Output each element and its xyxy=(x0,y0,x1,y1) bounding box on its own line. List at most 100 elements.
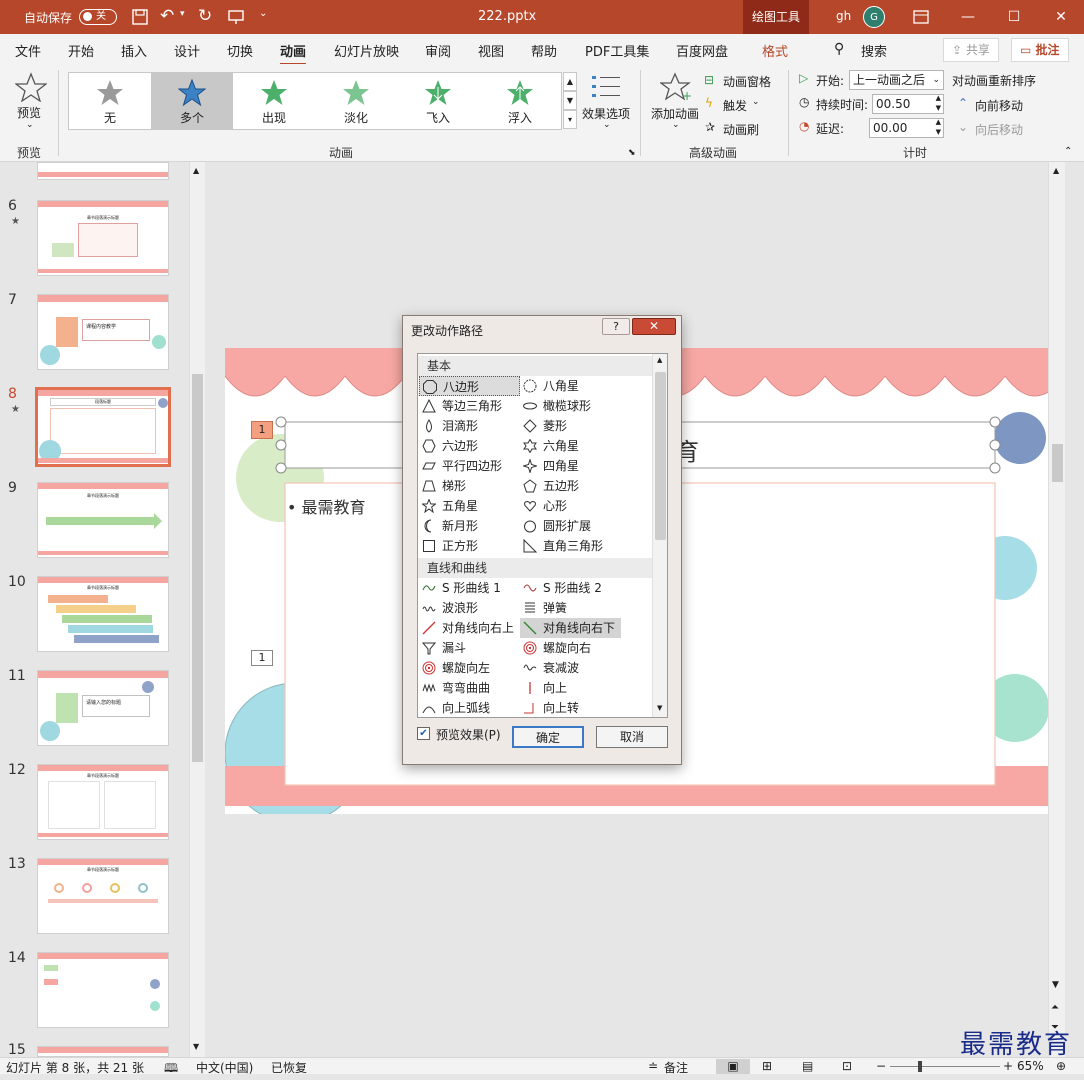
anim-float-in[interactable]: 浮入 xyxy=(479,73,561,129)
slide-bullet-text[interactable]: • 最需教育 xyxy=(287,494,366,518)
path-option[interactable]: 六角星 xyxy=(520,436,579,456)
path-option[interactable]: 心形 xyxy=(520,496,567,516)
path-option[interactable]: 菱形 xyxy=(520,416,567,436)
ribbon-display-icon[interactable] xyxy=(913,10,929,24)
duration-spinner-icon[interactable]: ▲ ▼ xyxy=(936,93,941,113)
duration-input[interactable]: 00.50 ▲ ▼ xyxy=(872,94,944,114)
gallery-scroll[interactable]: ▲ ▼ ▾ xyxy=(563,72,577,130)
notes-button[interactable]: 备注 xyxy=(664,1059,688,1076)
tab-help[interactable]: 帮助 xyxy=(531,41,557,60)
effect-options-dropdown-icon[interactable]: ⌄ xyxy=(603,120,611,130)
tab-review[interactable]: 审阅 xyxy=(425,41,451,60)
move-earlier-button[interactable]: 向前移动 xyxy=(975,97,1023,114)
path-option[interactable]: 四角星 xyxy=(520,456,579,476)
slide-thumb-6[interactable]: 章节段落演示标题 xyxy=(37,200,169,276)
start-dropdown-icon[interactable]: ⌄ xyxy=(932,71,940,89)
tab-format[interactable]: 格式 xyxy=(762,41,788,60)
slide-sorter-icon[interactable]: ⊞ xyxy=(762,1059,772,1073)
trigger-dropdown-icon[interactable]: ⌄ xyxy=(752,97,760,107)
motion-path-list[interactable]: 基本 八边形 八角星 等边三角形 橄榄球形 泪滴形 菱形 六边形 六角星 平行四… xyxy=(417,353,668,718)
notes-icon[interactable]: ≐ xyxy=(648,1059,658,1073)
slide-thumb-7[interactable]: 课程内容教学 xyxy=(37,294,169,370)
dialog-close-button[interactable]: ✕ xyxy=(632,318,676,335)
animation-tag-body[interactable]: 1 xyxy=(251,650,273,666)
preview-dropdown-icon[interactable]: ⌄ xyxy=(26,120,34,130)
tab-view[interactable]: 视图 xyxy=(478,41,504,60)
preview-star-icon[interactable] xyxy=(15,72,47,102)
gallery-more-icon[interactable]: ▾ xyxy=(563,110,577,129)
list-scrollbar-thumb[interactable] xyxy=(655,372,666,540)
path-option[interactable]: 五边形 xyxy=(520,476,579,496)
redo-icon[interactable]: ↻ xyxy=(198,6,212,26)
comments-button[interactable]: ▭ 批注 xyxy=(1011,38,1069,62)
reading-view-icon[interactable]: ▤ xyxy=(802,1059,813,1073)
animation-pane-icon[interactable]: ⊟ xyxy=(704,73,714,87)
editor-scrollbar-thumb[interactable] xyxy=(1052,444,1063,482)
undo-icon[interactable]: ↶ xyxy=(160,6,174,26)
path-option[interactable]: 正方形 xyxy=(419,536,478,556)
thumbnail-scrollbar[interactable]: ▲ ▼ xyxy=(189,162,205,1057)
zoom-level[interactable]: 65% xyxy=(1017,1059,1044,1073)
tab-home[interactable]: 开始 xyxy=(68,41,94,60)
move-later-button[interactable]: 向后移动 xyxy=(975,121,1023,138)
anim-none[interactable]: 无 xyxy=(69,73,151,129)
zoom-out-icon[interactable]: − xyxy=(876,1059,886,1073)
help-button[interactable]: ? xyxy=(602,318,630,335)
scrollbar-thumb[interactable] xyxy=(192,374,203,762)
path-option[interactable]: S 形曲线 2 xyxy=(520,578,602,598)
slide-thumb-14[interactable] xyxy=(37,952,169,1028)
preview-effect-checkbox[interactable]: ✔ xyxy=(417,727,430,740)
slide-thumb-partial[interactable] xyxy=(37,162,169,180)
slide-thumb-15[interactable] xyxy=(37,1046,169,1057)
editor-scroll-up-icon[interactable]: ▲ xyxy=(1053,166,1059,175)
path-option[interactable]: 螺旋向左 xyxy=(419,658,490,678)
path-option[interactable]: 八边形 xyxy=(419,376,520,396)
anim-fade[interactable]: 淡化 xyxy=(315,73,397,129)
save-icon[interactable] xyxy=(132,9,148,25)
path-option[interactable]: 衰减波 xyxy=(520,658,579,678)
previous-slide-icon[interactable]: ⏶ xyxy=(1051,1002,1059,1013)
path-option[interactable]: 六边形 xyxy=(419,436,478,456)
search-label[interactable]: 搜索 xyxy=(861,41,887,60)
path-option[interactable]: 向上 xyxy=(520,678,567,698)
path-option[interactable]: 新月形 xyxy=(419,516,478,536)
animation-tag-title[interactable]: 1 xyxy=(251,421,273,439)
customize-qat-icon[interactable]: ⌄ xyxy=(259,8,267,19)
path-option[interactable]: 泪滴形 xyxy=(419,416,478,436)
slide-thumb-8-selected[interactable]: 段落标题 xyxy=(35,387,171,467)
path-option[interactable]: 五角星 xyxy=(419,496,478,516)
path-option[interactable]: 向上转 xyxy=(520,698,579,717)
path-option[interactable]: 漏斗 xyxy=(419,638,466,658)
anim-multiple[interactable]: 多个 xyxy=(151,73,233,129)
scroll-down-icon[interactable]: ▼ xyxy=(193,1042,199,1051)
collapse-ribbon-icon[interactable]: ⌃ xyxy=(1064,146,1072,157)
slide-thumb-11[interactable]: 请输入您的标题 xyxy=(37,670,169,746)
anim-fly-in[interactable]: 飞入 xyxy=(397,73,479,129)
path-option[interactable]: 直角三角形 xyxy=(520,536,603,556)
zoom-slider-handle[interactable] xyxy=(918,1061,922,1072)
tab-transitions[interactable]: 切换 xyxy=(227,41,253,60)
slide-thumb-9[interactable]: 章节段落演示标题 xyxy=(37,482,169,558)
slide-thumb-10[interactable]: 章节段落演示标题 xyxy=(37,576,169,652)
trigger-label[interactable]: 触发 xyxy=(723,97,747,114)
gallery-down-icon[interactable]: ▼ xyxy=(563,91,577,110)
list-scroll-up-icon[interactable]: ▲ xyxy=(657,356,662,364)
ok-button[interactable]: 确定 xyxy=(512,726,584,748)
path-option[interactable]: 等边三角形 xyxy=(419,396,502,416)
scroll-up-icon[interactable]: ▲ xyxy=(193,166,199,175)
path-option[interactable]: 弯弯曲曲 xyxy=(419,678,490,698)
gallery-up-icon[interactable]: ▲ xyxy=(563,72,577,91)
share-button[interactable]: ⇪ 共享 xyxy=(943,38,999,62)
slideshow-view-icon[interactable]: ⊡ xyxy=(842,1059,852,1073)
path-option[interactable]: 平行四边形 xyxy=(419,456,502,476)
path-option[interactable]: 梯形 xyxy=(419,476,466,496)
slide-thumb-12[interactable]: 章节段落演示标题 xyxy=(37,764,169,840)
effect-options-icon[interactable] xyxy=(592,74,622,100)
search-icon[interactable]: ⚲ xyxy=(834,41,844,57)
minimize-icon[interactable]: — xyxy=(959,8,977,26)
path-option[interactable]: S 形曲线 1 xyxy=(419,578,501,598)
path-option[interactable]: 弹簧 xyxy=(520,598,567,618)
path-option-selected[interactable]: 对角线向右下 xyxy=(520,618,621,638)
zoom-slider[interactable] xyxy=(890,1066,1000,1067)
trigger-icon[interactable]: ϟ xyxy=(705,96,713,110)
